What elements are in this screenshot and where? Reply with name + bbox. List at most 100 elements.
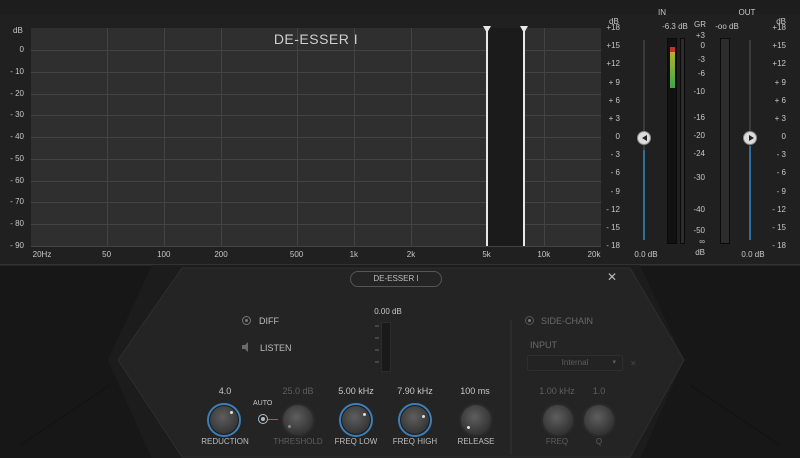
- out-scale-label: - 12: [772, 204, 786, 214]
- out-scale-label: - 15: [772, 222, 786, 232]
- listen-label[interactable]: LISTEN: [260, 343, 292, 353]
- out-scale-label: + 6: [774, 95, 786, 105]
- out-scale-label: + 3: [774, 113, 786, 123]
- y-tick-label-right: - 15: [606, 222, 620, 232]
- deesser-band[interactable]: [482, 26, 529, 246]
- in-level-meter-2: [680, 38, 685, 244]
- out-scale-label: - 18: [772, 241, 786, 250]
- y-tick-label-left: 0: [19, 45, 24, 54]
- close-icon[interactable]: ✕: [607, 270, 617, 284]
- center-meter: [381, 322, 391, 372]
- sidechain-input-select[interactable]: Internal ▾: [527, 355, 623, 371]
- y-tick-label-right: +15: [606, 41, 620, 51]
- gr-scale-label: -6: [697, 69, 705, 78]
- out-scale-label: +18: [772, 23, 786, 32]
- gr-scale-label: -24: [693, 149, 705, 158]
- x-tick-label: 10k: [537, 250, 551, 259]
- out-peak-readout[interactable]: -oo dB: [707, 22, 747, 31]
- y-tick-label-left: - 70: [10, 197, 24, 207]
- y-tick-label-right: - 12: [606, 204, 620, 214]
- reduction-knob[interactable]: [207, 403, 241, 437]
- freq-high-value: 7.90 kHz: [397, 386, 433, 396]
- out-scale-label: 0: [781, 132, 786, 141]
- sc-q-knob[interactable]: [582, 403, 616, 437]
- y-tick-label-right: + 6: [608, 95, 620, 105]
- y-tick-label-right: +12: [606, 59, 620, 69]
- y-tick-label-left: - 80: [10, 219, 24, 229]
- out-scale-label: + 9: [774, 77, 786, 87]
- freq-high-label: FREQ HIGH: [392, 437, 438, 446]
- out-gain-fader[interactable]: [743, 131, 757, 145]
- out-fader-level: [749, 146, 751, 240]
- in-fader-level: [643, 150, 645, 240]
- auto-link: [268, 419, 278, 420]
- release-value: 100 ms: [460, 386, 490, 396]
- x-tick-label: 100: [157, 250, 171, 259]
- center-meter-ticks: [375, 325, 379, 363]
- reduction-value: 4.0: [218, 386, 232, 396]
- out-scale-label: - 6: [776, 168, 786, 178]
- display-area: dB 0- 10- 20- 30- 40- 50- 60- 70- 80- 90…: [0, 0, 800, 264]
- release-knob[interactable]: [459, 403, 493, 437]
- gr-scale-label: -30: [693, 173, 705, 182]
- in-gain-fader[interactable]: [637, 131, 651, 145]
- x-tick-label: 2k: [406, 250, 416, 259]
- freq-low-value: 5.00 kHz: [338, 386, 374, 396]
- in-level-meter: [667, 38, 677, 244]
- y-tick-label-right: - 3: [610, 150, 620, 160]
- sidechain-radio[interactable]: [525, 316, 534, 325]
- gr-scale-label: 0: [700, 41, 705, 50]
- y-tick-label-left: - 20: [10, 88, 24, 98]
- gr-scale-label: -16: [693, 113, 705, 122]
- y-tick-label-right: 0: [615, 132, 620, 141]
- sidechain-label[interactable]: SIDE-CHAIN: [541, 316, 593, 326]
- y-tick-label-right: + 3: [608, 113, 620, 123]
- freq-high-knob[interactable]: [398, 403, 432, 437]
- x-tick-label: 50: [102, 250, 112, 259]
- threshold-knob[interactable]: [281, 403, 315, 437]
- gr-scale-label: -50: [693, 226, 705, 235]
- frequency-graph[interactable]: DE-ESSER I: [31, 26, 601, 247]
- diff-label[interactable]: DIFF: [259, 316, 279, 326]
- y-tick-label-left: - 50: [10, 153, 24, 163]
- release-label: RELEASE: [457, 437, 495, 446]
- x-tick-label: 500: [289, 250, 304, 259]
- in-gain-value[interactable]: 0.0 dB: [628, 250, 664, 259]
- out-scale-label: +15: [772, 41, 786, 51]
- out-scale-label: - 9: [776, 186, 786, 196]
- out-scale-label: +12: [772, 59, 786, 69]
- x-tick-label: 1k: [349, 250, 359, 259]
- gr-scale-label: +3: [695, 31, 705, 40]
- auto-toggle[interactable]: [258, 414, 268, 424]
- x-tick-label: 20Hz: [32, 250, 52, 259]
- gr-scale-label: -40: [693, 205, 705, 214]
- preset-name[interactable]: DE-ESSER I: [350, 271, 442, 287]
- gr-scale-label: dB: [695, 248, 705, 257]
- out-label: OUT: [738, 8, 756, 17]
- auto-label: AUTO: [253, 400, 273, 407]
- speaker-icon[interactable]: [241, 342, 251, 352]
- freq-low-knob[interactable]: [339, 403, 373, 437]
- diff-radio[interactable]: [242, 316, 251, 325]
- threshold-value: 25.0 dB: [282, 386, 314, 396]
- x-tick-label: 20k: [587, 250, 601, 259]
- y-tick-label-right: +18: [606, 23, 620, 32]
- input-label: INPUT: [530, 340, 557, 350]
- clear-icon[interactable]: ✕: [630, 359, 637, 368]
- out-gain-value[interactable]: 0.0 dB: [735, 250, 771, 259]
- reduction-label: REDUCTION: [201, 437, 249, 446]
- gr-scale-label: -10: [693, 87, 705, 96]
- gr-scale-label: ∞: [699, 237, 705, 246]
- sc-freq-knob[interactable]: [541, 403, 575, 437]
- x-tick-label: 5k: [482, 250, 491, 259]
- chevron-down-icon: ▾: [612, 359, 616, 366]
- graph-title: DE-ESSER I: [273, 31, 359, 47]
- x-tick-label: 200: [214, 250, 228, 259]
- in-peak-readout[interactable]: -6.3 dB: [655, 22, 695, 31]
- sidechain-input-value: Internal: [561, 358, 589, 367]
- gr-scale-label: -3: [697, 55, 705, 64]
- y-unit-left: dB: [13, 26, 23, 35]
- y-tick-label-right: + 9: [608, 77, 620, 87]
- sc-q-label: Q: [595, 437, 603, 446]
- y-tick-label-right: - 18: [606, 241, 620, 250]
